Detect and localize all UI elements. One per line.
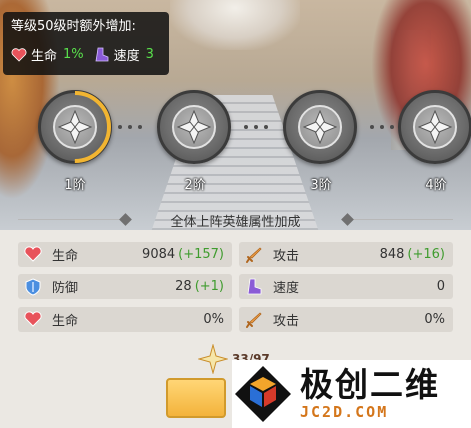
flower-emblem-icon [417,109,453,145]
stat-row-defense: 防御 28 (+1) [18,274,232,299]
stat-bonus: (+1) [194,279,224,294]
heart-icon [24,245,42,264]
boot-icon [245,278,263,296]
sword-icon [245,246,263,264]
heart-icon [24,310,42,329]
fountain [170,0,300,50]
track-dots [370,125,394,131]
flower-emblem-icon [176,109,212,145]
stat-name: 防御 [52,281,79,296]
hp-label: 生命 [31,49,58,64]
tier-label-2: 2阶 [184,178,206,193]
stat-name: 攻击 [273,314,300,329]
level-bonus-row: 生命 1% 速度 3 [11,45,161,64]
level-bonus-box: 等级50级时额外增加: 生命 1% 速度 3 [3,12,169,75]
watermark-logo-icon [232,363,294,425]
stat-name: 攻击 [273,249,300,264]
section-header: 全体上阵英雄属性加成 [0,210,471,230]
tier-label-1: 1阶 [64,178,86,193]
heart-icon [11,47,27,62]
stat-row-hp: 生命 9084 (+157) [18,242,232,267]
stat-name: 生命 [52,249,79,264]
shield-icon [24,277,42,296]
tier-label-4: 4阶 [425,178,447,193]
sparkle-icon [198,344,228,374]
watermark-title: 极创二维 [300,365,440,404]
level-bonus-title: 等级50级时额外增加: [11,19,136,34]
stat-value: 848 [379,247,405,262]
stat-row-attack-percent: 攻击 0% [239,307,453,332]
stat-name: 生命 [52,314,79,329]
stat-value: 28 [175,279,192,294]
stat-value: 0 [436,279,445,294]
track-dots [118,125,142,131]
speed-label: 速度 [113,49,140,64]
sword-icon [245,311,263,329]
tier-medal-2[interactable] [157,90,231,164]
tier-medal-3[interactable] [283,90,357,164]
flower-emblem-icon [302,109,338,145]
track-dots [244,125,268,131]
stat-value: 0% [424,312,445,327]
tier-medal-1[interactable] [38,90,112,164]
tier-track: 1阶 2阶 3阶 4阶 [0,90,471,193]
tier-label-3: 3阶 [310,178,332,193]
upgrade-button[interactable] [166,378,226,418]
stat-value: 0% [203,312,224,327]
stat-bonus: (+16) [407,247,445,262]
hp-bonus-value: 1% [63,47,84,62]
stat-bonus: (+157) [178,247,224,262]
stat-row-speed: 速度 0 [239,274,453,299]
boot-icon [95,47,109,61]
speed-bonus-value: 3 [145,47,154,62]
watermark: 极创二维 JC2D.COM [232,360,471,428]
tier-medal-4[interactable] [398,90,471,164]
stat-row-attack: 攻击 848 (+16) [239,242,453,267]
watermark-url: JC2D.COM [300,403,389,421]
stat-name: 速度 [273,281,300,296]
stat-value: 9084 [142,247,176,262]
progress-ring [39,91,111,163]
section-title: 全体上阵英雄属性加成 [170,214,301,230]
stat-row-hp-percent: 生命 0% [18,307,232,332]
